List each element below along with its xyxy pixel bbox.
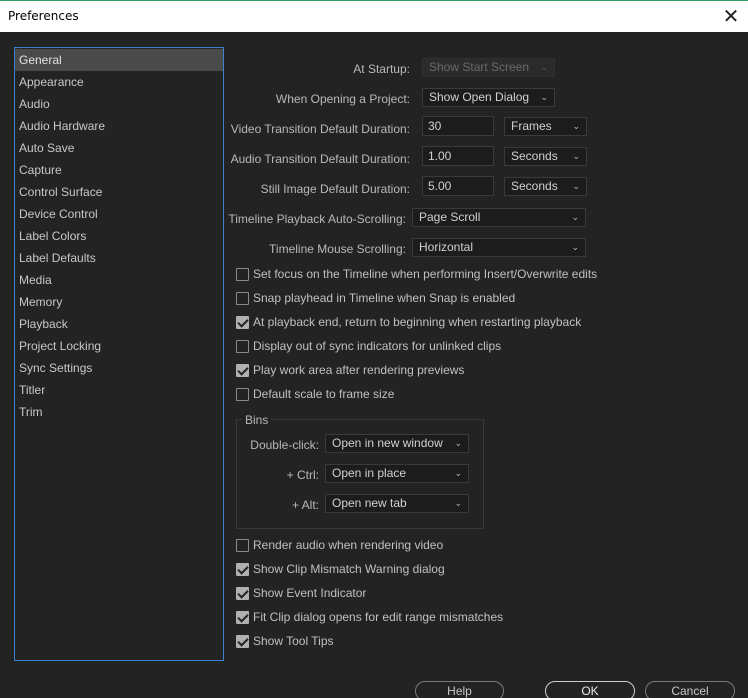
chevron-down-icon: ⌄ <box>572 151 580 161</box>
bins-alt-select[interactable]: Open new tab ⌄ <box>325 494 469 513</box>
sidebar-item-trim[interactable]: Trim <box>15 401 223 423</box>
bins-ctrl-label: + Ctrl: <box>286 468 319 482</box>
when-opening-select[interactable]: Show Open Dialog ⌄ <box>422 88 555 107</box>
checkbox-label: Show Tool Tips <box>253 634 334 648</box>
video-transition-label: Video Transition Default Duration: <box>230 122 410 136</box>
checkbox-box[interactable] <box>236 635 249 648</box>
sidebar-item-general[interactable]: General <box>15 49 223 71</box>
checkbox-label: Show Event Indicator <box>253 586 367 600</box>
category-list[interactable]: General Appearance Audio Audio Hardware … <box>14 47 224 661</box>
chevron-down-icon: ⌄ <box>571 212 579 222</box>
checkbox-box[interactable] <box>236 292 249 305</box>
sidebar-item-control-surface[interactable]: Control Surface <box>15 181 223 203</box>
when-opening-value: Show Open Dialog <box>429 90 530 104</box>
at-startup-value: Show Start Screen <box>429 60 530 74</box>
sidebar-item-device-control[interactable]: Device Control <box>15 203 223 225</box>
checkbox-label: Fit Clip dialog opens for edit range mis… <box>253 610 504 624</box>
checkbox-box[interactable] <box>236 340 249 353</box>
video-transition-input[interactable]: 30 <box>422 116 494 136</box>
audio-transition-unit-select[interactable]: Seconds ⌄ <box>504 147 587 166</box>
checkbox-label: Play work area after rendering previews <box>253 363 465 377</box>
checkbox-box[interactable] <box>236 539 249 552</box>
bins-alt-value: Open new tab <box>332 496 407 510</box>
playback-autoscroll-select[interactable]: Page Scroll ⌄ <box>412 208 586 227</box>
bins-double-click-value: Open in new window <box>332 436 443 450</box>
sidebar-item-auto-save[interactable]: Auto Save <box>15 137 223 159</box>
close-icon[interactable]: ✕ <box>720 3 742 29</box>
sidebar-item-audio-hardware[interactable]: Audio Hardware <box>15 115 223 137</box>
bins-group: Bins Double-click: Open in new window ⌄ … <box>236 413 484 529</box>
checkbox-label: Show Clip Mismatch Warning dialog <box>253 562 445 576</box>
chevron-down-icon: ⌄ <box>540 62 548 72</box>
bins-double-click-label: Double-click: <box>250 438 319 452</box>
playback-autoscroll-value: Page Scroll <box>419 210 481 224</box>
video-transition-unit-value: Frames <box>511 119 552 133</box>
when-opening-label: When Opening a Project: <box>275 92 410 106</box>
sidebar-item-sync-settings[interactable]: Sync Settings <box>15 357 223 379</box>
checkbox-label: Set focus on the Timeline when performin… <box>253 267 598 281</box>
checkbox-label: Default scale to frame size <box>253 387 395 401</box>
chevron-down-icon: ⌄ <box>454 468 462 478</box>
chevron-down-icon: ⌄ <box>572 181 580 191</box>
audio-transition-label: Audio Transition Default Duration: <box>230 152 410 166</box>
still-image-unit-select[interactable]: Seconds ⌄ <box>504 177 587 196</box>
chevron-down-icon: ⌄ <box>571 242 579 252</box>
checkbox-box[interactable] <box>236 268 249 281</box>
sidebar-item-titler[interactable]: Titler <box>15 379 223 401</box>
sidebar-item-appearance[interactable]: Appearance <box>15 71 223 93</box>
title-bar: Preferences ✕ <box>0 0 748 32</box>
cancel-button[interactable]: Cancel <box>645 681 735 698</box>
sidebar-item-capture[interactable]: Capture <box>15 159 223 181</box>
at-startup-label: At Startup: <box>353 62 410 76</box>
playback-autoscroll-label: Timeline Playback Auto-Scrolling: <box>228 212 406 226</box>
sidebar-item-label-colors[interactable]: Label Colors <box>15 225 223 247</box>
bins-double-click-select[interactable]: Open in new window ⌄ <box>325 434 469 453</box>
dialog-content: General Appearance Audio Audio Hardware … <box>0 32 748 698</box>
sidebar-item-media[interactable]: Media <box>15 269 223 291</box>
checkbox-box[interactable] <box>236 611 249 624</box>
mouse-scrolling-select[interactable]: Horizontal ⌄ <box>412 238 586 257</box>
audio-transition-unit-value: Seconds <box>511 149 558 163</box>
help-button[interactable]: Help <box>415 681 504 698</box>
bins-legend: Bins <box>242 413 272 427</box>
chevron-down-icon: ⌄ <box>572 121 580 131</box>
checkbox-box[interactable] <box>236 364 249 377</box>
ok-button[interactable]: OK <box>545 681 635 698</box>
video-transition-unit-select[interactable]: Frames ⌄ <box>504 117 587 136</box>
checkbox-label: Display out of sync indicators for unlin… <box>253 339 502 353</box>
mouse-scrolling-value: Horizontal <box>419 240 474 254</box>
still-image-unit-value: Seconds <box>511 179 558 193</box>
chevron-down-icon: ⌄ <box>454 498 462 508</box>
bins-alt-label: + Alt: <box>291 498 319 512</box>
checkbox-box[interactable] <box>236 587 249 600</box>
checkbox-label: Render audio when rendering video <box>253 538 444 552</box>
checkbox-box[interactable] <box>236 563 249 576</box>
bins-ctrl-value: Open in place <box>332 466 407 480</box>
chevron-down-icon: ⌄ <box>540 92 548 102</box>
sidebar-item-audio[interactable]: Audio <box>15 93 223 115</box>
chevron-down-icon: ⌄ <box>454 438 462 448</box>
window-title: Preferences <box>8 9 79 23</box>
audio-transition-input[interactable]: 1.00 <box>422 146 494 166</box>
at-startup-select: Show Start Screen ⌄ <box>422 58 555 77</box>
still-image-input[interactable]: 5.00 <box>422 176 494 196</box>
sidebar-item-label-defaults[interactable]: Label Defaults <box>15 247 223 269</box>
sidebar-item-project-locking[interactable]: Project Locking <box>15 335 223 357</box>
checkbox-label: At playback end, return to beginning whe… <box>253 315 582 329</box>
bins-ctrl-select[interactable]: Open in place ⌄ <box>325 464 469 483</box>
sidebar-item-memory[interactable]: Memory <box>15 291 223 313</box>
sidebar-item-playback[interactable]: Playback <box>15 313 223 335</box>
checkbox-label: Snap playhead in Timeline when Snap is e… <box>253 291 516 305</box>
checkbox-box[interactable] <box>236 316 249 329</box>
mouse-scrolling-label: Timeline Mouse Scrolling: <box>269 242 406 256</box>
checkbox-box[interactable] <box>236 388 249 401</box>
still-image-label: Still Image Default Duration: <box>260 182 410 196</box>
